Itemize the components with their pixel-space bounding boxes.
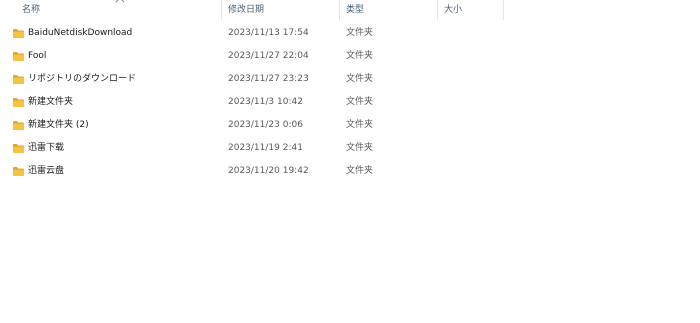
file-size <box>444 160 504 183</box>
file-name: BaiduNetdiskDownload <box>28 28 133 38</box>
file-name-cell: 新建文件夹 <box>13 91 218 114</box>
column-header-name-label: 名称 <box>22 5 41 15</box>
file-date: 2023/11/19 2:41 <box>228 143 303 153</box>
folder-icon <box>13 167 24 176</box>
folder-icon <box>13 29 24 38</box>
file-row[interactable]: 新建文件夹 2023/11/3 10:42 文件夹 <box>0 91 504 114</box>
file-name-cell: Fool <box>13 45 218 68</box>
file-name: 新建文件夹 <box>28 97 74 107</box>
file-date: 2023/11/27 23:23 <box>228 74 309 84</box>
column-header-bar: 名称 修改日期 类型 大小 <box>0 0 504 20</box>
file-name-cell: BaiduNetdiskDownload <box>13 22 218 45</box>
folder-icon <box>13 98 24 107</box>
file-type: 文件夹 <box>346 120 374 130</box>
column-header-date[interactable]: 修改日期 <box>222 0 340 20</box>
file-type: 文件夹 <box>346 28 374 38</box>
folder-icon <box>13 52 24 61</box>
file-name-cell: 迅雷云盘 <box>13 160 218 183</box>
file-name: 迅雷云盘 <box>28 166 65 176</box>
column-header-size[interactable]: 大小 <box>438 0 504 20</box>
file-name: 迅雷下载 <box>28 143 65 153</box>
file-name: リポジトリのダウンロード <box>28 74 137 84</box>
column-header-date-label: 修改日期 <box>228 5 265 15</box>
file-date: 2023/11/23 0:06 <box>228 120 303 130</box>
file-name: 新建文件夹 (2) <box>28 120 89 130</box>
file-size <box>444 68 504 91</box>
folder-icon <box>13 121 24 130</box>
file-date: 2023/11/27 22:04 <box>228 51 309 61</box>
file-size <box>444 22 504 45</box>
file-row[interactable]: 迅雷云盘 2023/11/20 19:42 文件夹 <box>0 160 504 183</box>
chevron-up-icon <box>115 0 125 3</box>
file-rows: BaiduNetdiskDownload 2023/11/13 17:54 文件… <box>0 22 504 183</box>
column-header-name[interactable]: 名称 <box>0 0 222 20</box>
file-row[interactable]: 新建文件夹 (2) 2023/11/23 0:06 文件夹 <box>0 114 504 137</box>
file-row[interactable]: BaiduNetdiskDownload 2023/11/13 17:54 文件… <box>0 22 504 45</box>
file-date: 2023/11/20 19:42 <box>228 166 309 176</box>
file-list-view: 名称 修改日期 类型 大小 BaiduNetdiskDownload 2023/… <box>0 0 700 323</box>
file-size <box>444 45 504 68</box>
file-row[interactable]: 迅雷下载 2023/11/19 2:41 文件夹 <box>0 137 504 160</box>
file-type: 文件夹 <box>346 51 374 61</box>
file-row[interactable]: リポジトリのダウンロード 2023/11/27 23:23 文件夹 <box>0 68 504 91</box>
column-header-type[interactable]: 类型 <box>340 0 438 20</box>
file-name-cell: 迅雷下载 <box>13 137 218 160</box>
file-date: 2023/11/3 10:42 <box>228 97 303 107</box>
file-row[interactable]: Fool 2023/11/27 22:04 文件夹 <box>0 45 504 68</box>
file-type: 文件夹 <box>346 143 374 153</box>
folder-icon <box>13 144 24 153</box>
file-name: Fool <box>28 51 47 61</box>
column-header-size-label: 大小 <box>444 5 463 15</box>
column-header-type-label: 类型 <box>346 5 365 15</box>
folder-icon <box>13 75 24 84</box>
file-size <box>444 114 504 137</box>
file-type: 文件夹 <box>346 74 374 84</box>
file-name-cell: 新建文件夹 (2) <box>13 114 218 137</box>
file-type: 文件夹 <box>346 97 374 107</box>
file-name-cell: リポジトリのダウンロード <box>13 68 218 91</box>
file-type: 文件夹 <box>346 166 374 176</box>
file-size <box>444 137 504 160</box>
file-date: 2023/11/13 17:54 <box>228 28 309 38</box>
file-size <box>444 91 504 114</box>
